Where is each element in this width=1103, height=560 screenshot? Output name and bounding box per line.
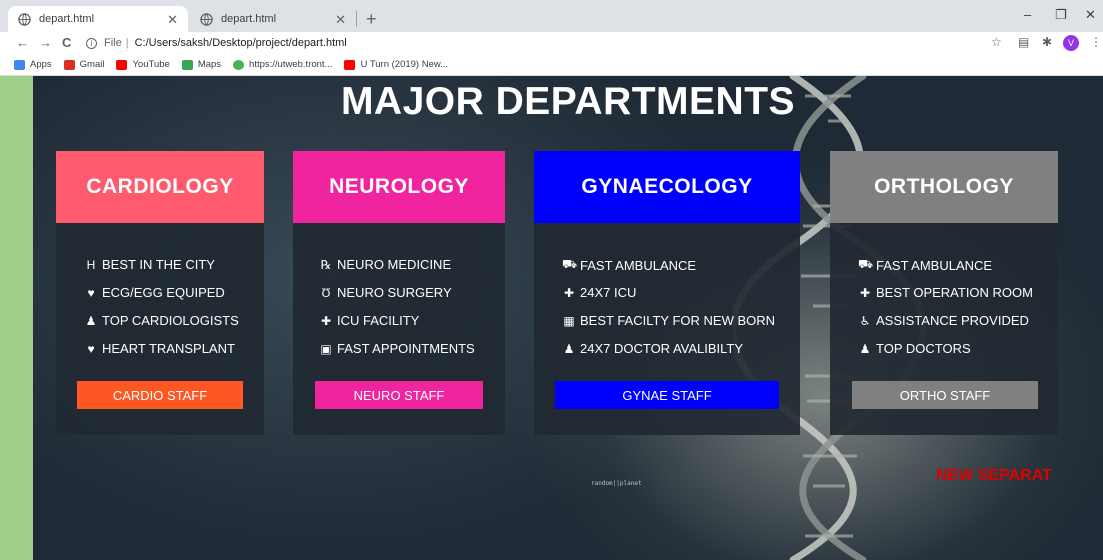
department-card-orthology: ORTHOLOGY ⛟ FAST AMBULANCE ✚ BEST OPERATIO… (830, 151, 1058, 435)
background-watermark: random||planet (591, 480, 642, 487)
address-bar[interactable]: i File | C:/Users/saksh/Desktop/project/… (86, 33, 347, 53)
plus-square-icon: ✚ (859, 285, 871, 300)
profile-avatar[interactable]: V (1063, 35, 1079, 51)
url-text[interactable]: C:/Users/saksh/Desktop/project/depart.ht… (135, 37, 347, 49)
feature-item: ♟ 24X7 DOCTOR AVALIBILTY (563, 341, 744, 356)
info-icon[interactable]: i (86, 37, 97, 49)
feature-item: ⛟ FAST AMBULANCE (858, 257, 993, 273)
department-header-neurology: NEUROLOGY (293, 151, 505, 223)
prescription-icon: ℞ (320, 257, 332, 272)
url-scheme: File (104, 37, 122, 49)
stethoscope-icon: Ʊ (321, 285, 331, 300)
bookmark-youtube[interactable]: YouTube (116, 59, 170, 70)
page-content: MAJOR DEPARTMENTS CARDIOLOGY H BEST IN TH… (33, 76, 1103, 560)
department-card-cardiology: CARDIOLOGY H BEST IN THE CITY ♥ ECG/EGG EQ… (56, 151, 264, 435)
youtube-icon (116, 59, 128, 70)
globe-icon (200, 12, 213, 26)
department-header-orthology: ORTHOLOGY (830, 151, 1058, 223)
ortho-staff-button[interactable]: ORTHO STAFF (852, 381, 1038, 409)
feature-item: ⛟ FAST AMBULANCE (562, 257, 697, 273)
plus-square-icon: ✚ (320, 313, 332, 328)
youtube-icon (344, 59, 356, 70)
ambulance-icon: ⛟ (562, 257, 578, 271)
close-tab-icon[interactable]: ✕ (167, 12, 178, 28)
globe-icon (18, 12, 31, 26)
feature-item: ♥ HEART TRANSPLANT (84, 341, 235, 356)
hospital-icon: H (86, 257, 96, 272)
bookmark-gmail[interactable]: Gmail (63, 59, 104, 70)
tab-divider (356, 11, 357, 27)
reader-mode-icon[interactable]: ▤ (1018, 35, 1029, 49)
feature-item: ✚ 24X7 ICU (563, 285, 637, 300)
feature-item: ♟ TOP CARDIOLOGISTS (85, 313, 239, 328)
user-doctor-icon: ♟ (563, 341, 575, 356)
browser-tab[interactable]: depart.html ✕ (190, 6, 356, 32)
bookmark-utweb[interactable]: https://utweb.tront... (233, 59, 332, 70)
feature-item: ✚ BEST OPERATION ROOM (859, 285, 1033, 300)
minimize-button[interactable]: – (1024, 7, 1031, 22)
extensions-icon[interactable]: ✱ (1042, 35, 1052, 49)
new-tab-button[interactable]: + (366, 9, 377, 30)
tab-title: depart.html (39, 13, 95, 25)
feature-item: ℞ NEURO MEDICINE (320, 257, 452, 272)
user-doctor-icon: ♟ (85, 313, 97, 328)
page-title: MAJOR DEPARTMENTS (340, 80, 796, 123)
feature-item: H BEST IN THE CITY (84, 257, 215, 272)
bookmark-star-icon[interactable]: ☆ (991, 35, 1002, 49)
bookmark-apps[interactable]: Apps (14, 59, 52, 70)
department-card-neurology: NEUROLOGY ℞ NEURO MEDICINE Ʊ NEURO SURGERY… (293, 151, 505, 435)
medkit-icon: ▣ (320, 341, 332, 356)
feature-item: ♟ TOP DOCTORS (859, 341, 971, 356)
feature-item: ✚ ICU FACILITY (320, 313, 420, 328)
maps-icon (181, 59, 193, 70)
browser-toolbar: ← → C i File | C:/Users/saksh/Desktop/pr… (0, 32, 1103, 54)
heart-icon: ♥ (87, 341, 95, 356)
feature-item: Ʊ NEURO SURGERY (319, 285, 452, 300)
bookmark-maps[interactable]: Maps (181, 59, 221, 70)
close-tab-icon[interactable]: ✕ (335, 12, 346, 28)
ambulance-icon: ⛟ (858, 257, 874, 271)
cardio-staff-button[interactable]: CARDIO STAFF (77, 381, 243, 409)
menu-icon[interactable]: ⋮ (1090, 35, 1102, 49)
apps-grid-icon (14, 59, 25, 70)
bookmarks-bar: Apps Gmail YouTube Maps https://utweb.tr… (0, 54, 1103, 76)
feature-item: ♥ ECG/EGG EQUIPED (84, 285, 224, 300)
url-separator: | (125, 37, 129, 49)
neuro-staff-button[interactable]: NEURO STAFF (315, 381, 483, 409)
feature-item: ▦ BEST FACILTY FOR NEW BORN (563, 313, 776, 328)
department-header-cardiology: CARDIOLOGY (56, 151, 264, 223)
wheelchair-icon: ♿ (859, 313, 871, 328)
user-doctor-icon: ♟ (859, 341, 871, 356)
maximize-button[interactable]: ❐ (1055, 7, 1067, 23)
department-header-gynaecology: GYNAECOLOGY (534, 151, 800, 223)
plus-square-icon: ✚ (563, 285, 575, 300)
forward-button[interactable]: → (39, 35, 52, 50)
gynae-staff-button[interactable]: GYNAE STAFF (555, 381, 779, 409)
heartbeat-icon: ♥ (87, 285, 95, 300)
close-window-button[interactable]: ✕ (1085, 7, 1096, 23)
new-separator-text: NEW SEPARAT (936, 467, 1052, 484)
back-button[interactable]: ← (16, 35, 29, 50)
clinic-building-icon: ▦ (563, 313, 575, 328)
tab-strip: depart.html ✕ depart.html ✕ + – ❐ ✕ (0, 0, 1103, 32)
browser-tab[interactable]: depart.html ✕ (8, 6, 188, 32)
feature-item: ♿ ASSISTANCE PROVIDED (859, 313, 1029, 328)
tab-title: depart.html (221, 13, 277, 25)
gmail-icon (63, 59, 75, 70)
utweb-icon (233, 59, 245, 70)
bookmark-u-turn[interactable]: U Turn (2019) New... (344, 59, 448, 70)
reload-button[interactable]: C (62, 35, 71, 50)
feature-item: ▣ FAST APPOINTMENTS (320, 341, 475, 356)
department-card-gynaecology: GYNAECOLOGY ⛟ FAST AMBULANCE ✚ 24X7 ICU ▦ B… (534, 151, 800, 435)
